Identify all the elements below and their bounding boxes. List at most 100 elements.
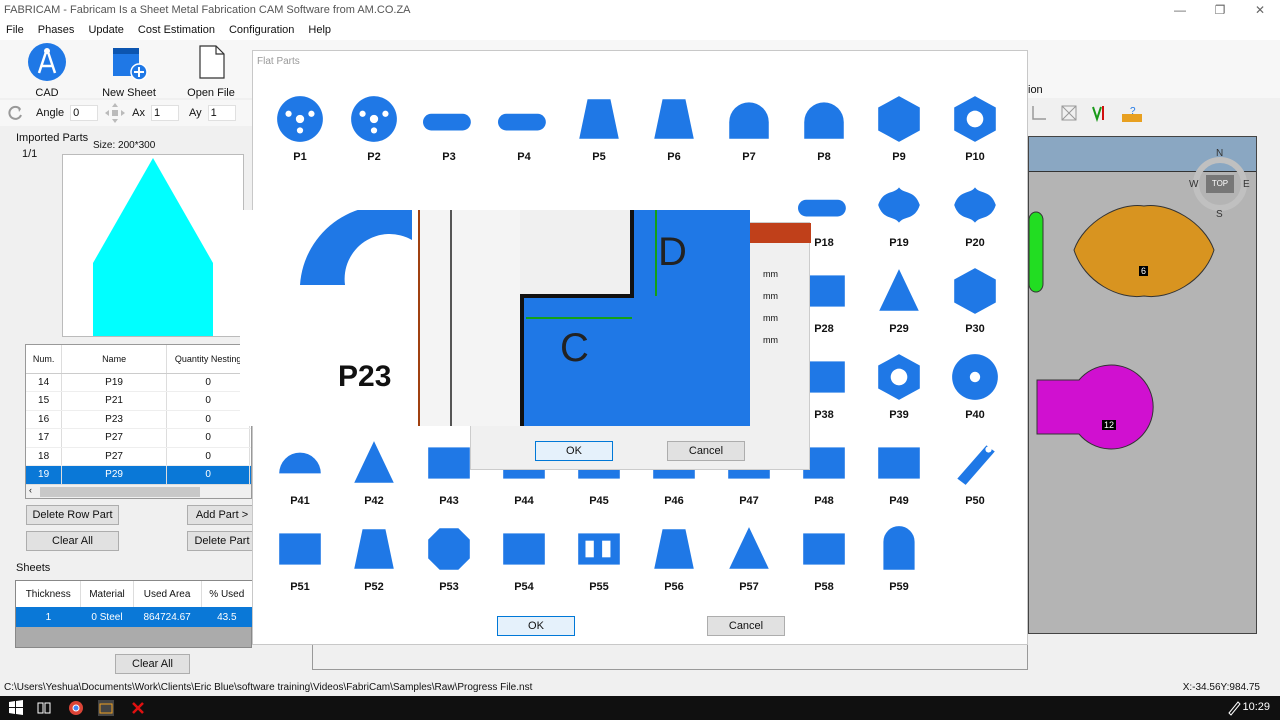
part-thumbnail-p54[interactable]: P54 [489, 523, 559, 593]
part-thumbnail-p19[interactable]: P19 [864, 179, 934, 249]
left-panel: Imported Parts 1/1 Size: 200*300 Num. Na… [0, 128, 272, 678]
part-label: P49 [889, 495, 909, 507]
part-thumbnail-p5[interactable]: P5 [564, 93, 634, 163]
cad-button[interactable]: CAD [12, 42, 82, 99]
scrollbar-thumb[interactable] [40, 487, 200, 497]
col-name[interactable]: Name [61, 345, 167, 374]
part-thumbnail-p49[interactable]: P49 [864, 437, 934, 507]
table-row[interactable]: 16 P23 0 [26, 410, 251, 429]
part-thumbnail-p40[interactable]: P40 [940, 351, 1010, 421]
part-thumbnail-p6[interactable]: P6 [639, 93, 709, 163]
horizontal-scrollbar[interactable]: ‹ [26, 484, 251, 498]
part-thumbnail-p2[interactable]: P2 [339, 93, 409, 163]
open-file-button[interactable]: Open File [176, 42, 246, 99]
table-row[interactable]: 18 P27 0 [26, 447, 251, 466]
add-part-button[interactable]: Add Part > [187, 505, 257, 525]
menu-help[interactable]: Help [308, 24, 331, 36]
rotate-icon[interactable] [8, 105, 24, 121]
part-thumbnail-p1[interactable]: P1 [265, 93, 335, 163]
col-num[interactable]: Num. [26, 345, 63, 374]
pen-icon[interactable] [1226, 700, 1242, 716]
part-thumbnail-p51[interactable]: P51 [265, 523, 335, 593]
col-material[interactable]: Material [80, 581, 134, 607]
nesting-canvas[interactable]: 6 12 [1028, 171, 1256, 633]
fabricam-app-icon[interactable] [98, 700, 114, 716]
zoom-right-pane: D C [520, 210, 750, 426]
ay-input[interactable]: 1 [207, 105, 236, 121]
angle-input[interactable]: 0 [70, 105, 99, 121]
minimize-icon[interactable]: — [1160, 0, 1200, 20]
top-view-button[interactable]: TOP [1206, 175, 1234, 193]
table-row-selected[interactable]: 19 P29 0 [26, 465, 251, 485]
dialog-title: Flat Parts [257, 56, 300, 67]
part-thumbnail-p20[interactable]: P20 [940, 179, 1010, 249]
part-thumbnail-p58[interactable]: P58 [789, 523, 859, 593]
maximize-icon[interactable]: ❐ [1200, 0, 1240, 20]
table-row[interactable]: 15 P21 0 [26, 391, 251, 411]
part-label: P3 [442, 151, 456, 163]
new-sheet-button[interactable]: New Sheet [94, 42, 164, 99]
table-row[interactable]: 17 P27 0 [26, 428, 251, 448]
col-thickness[interactable]: Thickness [16, 581, 82, 607]
part-thumbnail-p41[interactable]: P41 [265, 437, 335, 507]
windows-start-icon[interactable] [8, 700, 24, 716]
col-qty[interactable]: Quantity Nesting [166, 345, 251, 374]
recorder-app-icon[interactable] [130, 700, 146, 716]
menu-phases[interactable]: Phases [38, 24, 75, 36]
scroll-left-icon[interactable]: ‹ [29, 485, 32, 495]
part-shape-icon [729, 527, 769, 569]
part-thumbnail-p7[interactable]: P7 [714, 93, 784, 163]
part-thumbnail-p3[interactable]: P3 [414, 93, 484, 163]
part-thumbnail-p57[interactable]: P57 [714, 523, 784, 593]
sheet-row[interactable]: 1 0 Steel 864724.67 43.5 [16, 607, 253, 627]
part-thumbnail-p55[interactable]: P55 [564, 523, 634, 593]
task-view-icon[interactable] [36, 700, 52, 716]
part-thumbnail-p52[interactable]: P52 [339, 523, 409, 593]
part-thumbnail-p29[interactable]: P29 [864, 265, 934, 335]
part-thumbnail-p9[interactable]: P9 [864, 93, 934, 163]
chrome-icon[interactable] [68, 700, 84, 716]
close-icon[interactable]: ✕ [1240, 0, 1280, 20]
vector-icon[interactable] [1090, 104, 1108, 122]
menu-cost-estimation[interactable]: Cost Estimation [138, 24, 215, 36]
part-thumbnail-p53[interactable]: P53 [414, 523, 484, 593]
clear-all-parts-button[interactable]: Clear All [26, 531, 119, 551]
sheets-table[interactable]: Thickness Material Used Area % Used 1 0 … [15, 580, 254, 648]
corner-icon[interactable] [1030, 104, 1048, 122]
col-pct-used[interactable]: % Used [201, 581, 254, 607]
part-label: P44 [514, 495, 534, 507]
col-used-area[interactable]: Used Area [133, 581, 202, 607]
dialog-ok-button[interactable]: OK [497, 616, 575, 636]
taskbar-clock: 10:29 [1242, 701, 1270, 713]
menu-bar: File Phases Update Cost Estimation Confi… [0, 20, 1280, 40]
ax-input[interactable]: 1 [150, 105, 179, 121]
subdialog-ok-button[interactable]: OK [535, 441, 613, 461]
menu-update[interactable]: Update [88, 24, 123, 36]
part-thumbnail-p56[interactable]: P56 [639, 523, 709, 593]
delete-row-part-button[interactable]: Delete Row Part [26, 505, 119, 525]
part-label: P52 [364, 581, 384, 593]
part-thumbnail-p42[interactable]: P42 [339, 437, 409, 507]
part-thumbnail-p4[interactable]: P4 [489, 93, 559, 163]
part-thumbnail-p59[interactable]: P59 [864, 523, 934, 593]
part-label: P9 [892, 151, 906, 163]
delete-part-button[interactable]: Delete Part [187, 531, 257, 551]
table-row[interactable]: 14 P19 0 [26, 373, 251, 392]
clear-all-sheets-button[interactable]: Clear All [115, 654, 190, 674]
view-compass[interactable]: N S W E TOP [1189, 148, 1250, 220]
menu-file[interactable]: File [6, 24, 24, 36]
part-thumbnail-p30[interactable]: P30 [940, 265, 1010, 335]
dialog-cancel-button[interactable]: Cancel [707, 616, 785, 636]
part-thumbnail-p8[interactable]: P8 [789, 93, 859, 163]
ay-label: Ay [188, 107, 202, 119]
parts-table[interactable]: Num. Name Quantity Nesting M Q 14P190 15… [25, 344, 252, 499]
subdialog-cancel-button[interactable]: Cancel [667, 441, 745, 461]
move-icon[interactable] [104, 102, 126, 124]
menu-configuration[interactable]: Configuration [229, 24, 294, 36]
crossbox-icon[interactable] [1060, 104, 1078, 122]
part-thumbnail-p50[interactable]: P50 [940, 437, 1010, 507]
help-sheet-icon[interactable]: ? [1120, 104, 1144, 124]
part-thumbnail-p39[interactable]: P39 [864, 351, 934, 421]
new-sheet-icon [113, 48, 148, 81]
part-thumbnail-p10[interactable]: P10 [940, 93, 1010, 163]
